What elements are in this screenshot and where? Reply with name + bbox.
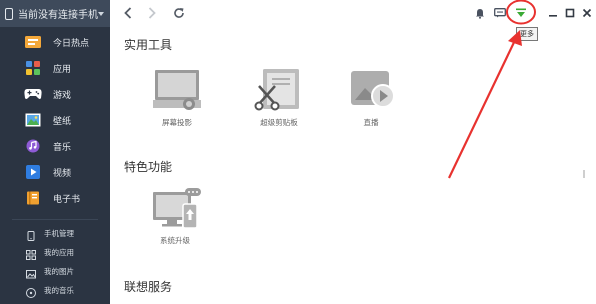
sidebar-item-label: 视频: [53, 167, 72, 178]
sidebar-item-label: 电子书: [53, 193, 81, 204]
back-icon[interactable]: [120, 5, 136, 21]
sidebar-item-label: 今日热点: [53, 37, 90, 48]
main-content: 实用工具 屏幕投影 超级剪贴板 直播 特色功能 系统升级 联想服务: [110, 28, 596, 304]
close-icon[interactable]: [579, 5, 595, 21]
wallpaper-icon: [24, 113, 42, 127]
sidebar-item-phone-manage[interactable]: 手机管理: [0, 224, 110, 242]
forward-icon[interactable]: [144, 5, 160, 21]
my-pictures-icon: [26, 266, 36, 279]
tool-label: 屏幕投影: [162, 118, 192, 127]
sidebar-item-label: 应用: [53, 63, 72, 74]
sidebar-item-video[interactable]: 视频: [0, 159, 110, 185]
system-upgrade-icon: [149, 186, 201, 232]
scrollbar-thumb[interactable]: [583, 170, 585, 178]
minimize-icon[interactable]: [545, 5, 561, 21]
apps-icon: [24, 61, 42, 75]
my-music-icon: [26, 285, 36, 298]
section-title-lenovo-services: 联想服务: [124, 280, 173, 294]
video-icon: [24, 165, 42, 179]
app-window: 当前没有连接手机 今日热点 应用 游戏 壁纸 音乐 视频 电子书 手机管理 我的…: [0, 0, 596, 304]
feature-label: 系统升级: [160, 236, 190, 245]
clipboard-scissors-icon: [253, 68, 305, 114]
phone-icon: [5, 7, 13, 20]
tool-super-clipboard[interactable]: 超级剪贴板: [244, 68, 314, 128]
sidebar-item-label: 我的音乐: [44, 285, 74, 295]
sidebar-item-apps[interactable]: 应用: [0, 55, 110, 81]
sidebar-item-games[interactable]: 游戏: [0, 81, 110, 107]
section-title-features: 特色功能: [124, 160, 173, 174]
tool-label: 超级剪贴板: [260, 118, 298, 127]
sidebar-item-label: 我的图片: [44, 266, 74, 276]
my-apps-icon: [26, 247, 36, 260]
sidebar-item-wallpaper[interactable]: 壁纸: [0, 107, 110, 133]
tool-live-stream[interactable]: 直播: [336, 68, 406, 128]
sidebar-item-hot-news[interactable]: 今日热点: [0, 29, 110, 55]
sidebar-divider: [12, 219, 98, 220]
top-toolbar: [110, 0, 596, 28]
notification-bell-icon[interactable]: [472, 5, 488, 21]
sidebar-item-label: 手机管理: [44, 228, 74, 238]
screen-projection-icon: [151, 68, 203, 114]
phone-manage-icon: [26, 228, 36, 241]
sidebar-item-my-music[interactable]: 我的音乐: [0, 281, 110, 299]
sidebar-item-label: 音乐: [53, 141, 72, 152]
sidebar-item-my-pictures[interactable]: 我的图片: [0, 262, 110, 280]
sidebar-item-my-apps[interactable]: 我的应用: [0, 243, 110, 261]
maximize-icon[interactable]: [562, 5, 578, 21]
sidebar: 当前没有连接手机 今日热点 应用 游戏 壁纸 音乐 视频 电子书 手机管理 我的…: [0, 0, 110, 304]
sidebar-item-label: 壁纸: [53, 115, 72, 126]
gamepad-icon: [24, 87, 42, 101]
chevron-down-icon[interactable]: [98, 11, 104, 16]
sidebar-item-music[interactable]: 音乐: [0, 133, 110, 159]
hot-news-icon: [24, 35, 42, 49]
section-title-utilities: 实用工具: [124, 38, 173, 52]
sidebar-item-label: 我的应用: [44, 247, 74, 257]
more-menu-icon[interactable]: [513, 5, 529, 21]
sidebar-item-ebook[interactable]: 电子书: [0, 185, 110, 211]
tool-screen-projection[interactable]: 屏幕投影: [142, 68, 212, 128]
sidebar-item-label: 游戏: [53, 89, 72, 100]
device-selector[interactable]: 当前没有连接手机: [0, 0, 110, 27]
feature-system-upgrade[interactable]: 系统升级: [140, 186, 210, 246]
live-stream-icon: [345, 68, 397, 114]
refresh-icon[interactable]: [171, 5, 187, 21]
ebook-icon: [24, 191, 42, 205]
message-icon[interactable]: [492, 5, 508, 21]
device-label: 当前没有连接手机: [18, 10, 98, 21]
music-icon: [24, 139, 42, 153]
tool-label: 直播: [363, 118, 379, 127]
